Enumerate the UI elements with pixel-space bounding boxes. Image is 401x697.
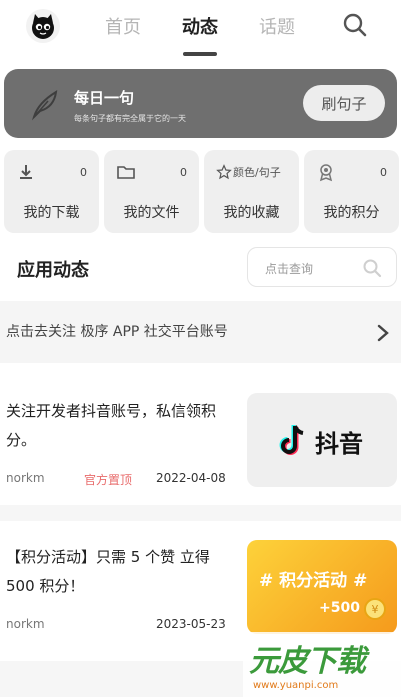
tab-home[interactable]: 首页	[105, 13, 141, 39]
post-date: 2022-04-08	[156, 471, 226, 485]
feather-icon	[31, 90, 58, 121]
tiktok-logo	[279, 425, 304, 455]
promo-points: +500	[319, 600, 360, 616]
post-author: norkm	[6, 471, 45, 485]
svg-text:¥: ¥	[372, 603, 379, 616]
refresh-sentence-button[interactable]: 刷句子	[303, 85, 385, 121]
stat-count: 0	[180, 166, 187, 179]
stat-label: 我的文件	[123, 205, 180, 221]
post-title: 关注开发者抖音账号，私信领积分。	[6, 402, 217, 449]
pinned-tag: 官方置顶	[84, 473, 133, 487]
top-nav: 首页 动态 话题	[0, 0, 401, 60]
download-icon	[20, 165, 32, 179]
post-thumbnail: 抖音	[247, 393, 397, 487]
stat-count: 0	[380, 166, 387, 179]
follow-social-row[interactable]: 点击去关注 极序 APP 社交平台账号	[0, 301, 401, 363]
stat-label: 我的积分	[323, 205, 380, 221]
watermark-url: www.yuanpi.com	[253, 680, 339, 691]
banner-title: 每日一句	[74, 89, 135, 107]
search-icon	[363, 259, 382, 278]
favorites-subtitle: 颜色/句子	[216, 164, 281, 180]
search-button[interactable]	[340, 10, 370, 40]
cat-mascot-icon	[32, 14, 54, 39]
tab-activity[interactable]: 动态	[182, 13, 218, 39]
post-author: norkm	[6, 617, 45, 631]
post-date: 2023-05-23	[156, 617, 226, 631]
follow-text: 点击去关注 极序 APP 社交平台账号	[6, 324, 228, 340]
favorites-subtitle-text: 颜色/句子	[233, 166, 281, 179]
watermark: 元皮下载 www.yuanpi.com	[243, 632, 401, 697]
medal-icon	[319, 164, 333, 182]
watermark-title: 元皮下载	[249, 644, 366, 679]
post-title: 【积分活动】只需 5 个赞 立得 500 积分！	[6, 548, 210, 595]
stat-card-favorites[interactable]: 颜色/句子 我的收藏	[204, 150, 299, 233]
thumb-text: 抖音	[315, 430, 363, 458]
chevron-right-icon	[377, 324, 389, 342]
stat-count: 0	[80, 166, 87, 179]
list-item[interactable]: 关注开发者抖音账号，私信领积分。 norkm 官方置顶 2022-04-08 抖…	[0, 375, 401, 505]
section-title: 应用动态	[17, 260, 89, 281]
active-tab-indicator	[183, 52, 217, 56]
stat-card-points[interactable]: 0 我的积分	[304, 150, 399, 233]
promo-title: # 积分活动 #	[259, 571, 368, 591]
coin-icon: ¥	[364, 598, 386, 620]
stat-label: 我的下载	[23, 205, 80, 221]
star-icon	[216, 164, 232, 180]
avatar[interactable]	[26, 9, 60, 43]
divider	[0, 505, 401, 521]
stat-card-downloads[interactable]: 0 我的下载	[4, 150, 99, 233]
stat-label: 我的收藏	[223, 205, 280, 221]
banner-subtitle: 每条句子都有完全属于它的一天	[74, 114, 186, 123]
search-icon	[343, 13, 367, 37]
stat-card-files[interactable]: 0 我的文件	[104, 150, 199, 233]
search-placeholder: 点击查询	[265, 262, 314, 276]
post-thumbnail: # 积分活动 # +500 ¥	[247, 540, 397, 634]
search-input[interactable]: 点击查询	[247, 247, 397, 287]
daily-sentence-banner: 每日一句 每条句子都有完全属于它的一天 刷句子	[4, 69, 397, 138]
folder-icon	[117, 166, 135, 179]
tab-topics[interactable]: 话题	[259, 13, 295, 39]
